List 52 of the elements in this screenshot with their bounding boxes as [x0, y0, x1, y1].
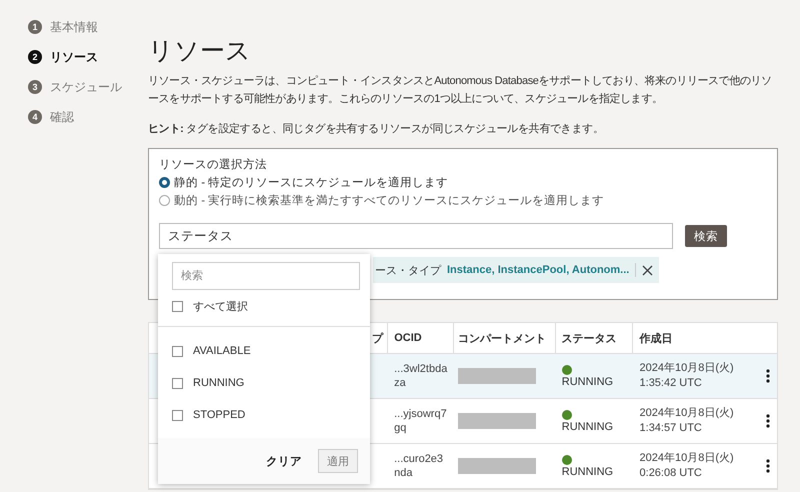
- option-label[interactable]: AVAILABLE: [193, 345, 251, 357]
- kebab-menu-icon[interactable]: [766, 369, 770, 383]
- step-label[interactable]: リソース: [50, 48, 98, 66]
- step-label[interactable]: 確認: [50, 108, 74, 126]
- column-header: ステータス: [562, 332, 617, 346]
- status-dot: [562, 454, 572, 464]
- status-dot: [562, 364, 572, 374]
- option-label[interactable]: RUNNING: [193, 377, 244, 389]
- chip-value: Instance, InstancePool, Autonom...: [447, 264, 630, 276]
- created-date: 2024年10月8日(火) 1:35:42 UTC: [640, 361, 735, 391]
- created-date: 2024年10月8日(火) 1:34:57 UTC: [640, 406, 735, 436]
- step-number: 4: [28, 110, 42, 124]
- hint-text: ヒント: タグを設定すると、同じタグを共有するリソースが同じスケジュールを共有できます。: [148, 122, 605, 137]
- selection-label: リソースの選択方法: [159, 157, 268, 173]
- step-label[interactable]: 基本情報: [50, 18, 98, 36]
- created-date: 2024年10月8日(火) 0:26:08 UTC: [640, 451, 735, 481]
- column-header: プ: [372, 332, 384, 346]
- close-icon[interactable]: [642, 264, 654, 276]
- step-number: 2: [28, 50, 42, 64]
- column-header: OCID: [394, 332, 422, 344]
- select-all-label[interactable]: すべて選択: [193, 298, 248, 314]
- step-label[interactable]: スケジュール: [50, 78, 122, 96]
- checkbox[interactable]: [172, 346, 183, 356]
- column-header: コンパートメント: [458, 332, 546, 346]
- kebab-menu-icon[interactable]: [766, 414, 770, 428]
- description-text: リソース・スケジューラは、コンピュート・インスタンスとAutonomous Databaseをサポートしており、将来のリリースで他のリソースをサポートする可能性があります。これらのリソースの1つ以上について、スケジュールを指定します。: [148, 74, 773, 107]
- ocid-cell-text: ...curo2e3nda: [394, 452, 444, 480]
- status-text: RUNNING: [562, 376, 614, 388]
- option-label[interactable]: STOPPED: [193, 409, 246, 421]
- checkbox[interactable]: [172, 410, 183, 420]
- status-dot: [562, 410, 572, 420]
- radio-label[interactable]: 静的 - 特定のリソースにスケジュールを適用します: [174, 174, 448, 190]
- column-header: 作成日: [639, 332, 672, 346]
- checkbox[interactable]: [172, 378, 183, 388]
- ocid-cell: ...3wl2tbdaza: [394, 362, 448, 390]
- radio-label[interactable]: 動的 - 実行時に検索基準を満たすすべてのリソースにスケジュールを適用します: [174, 192, 604, 208]
- ocid-cell-text: ...yjsowrq7gq: [394, 407, 448, 435]
- clear-button[interactable]: クリア: [262, 452, 306, 470]
- page-title: リソース: [148, 36, 252, 66]
- checkbox[interactable]: [172, 300, 183, 312]
- chip-label: ース・タイプ: [375, 264, 441, 278]
- status-text: RUNNING: [562, 466, 614, 478]
- step-number: 3: [28, 80, 42, 94]
- radio-button[interactable]: [159, 194, 170, 206]
- kebab-menu-icon[interactable]: [766, 459, 770, 473]
- radio-button[interactable]: [159, 176, 170, 188]
- step-number: 1: [28, 20, 42, 34]
- search-field[interactable]: ステータス: [159, 223, 673, 249]
- dropdown-search-field[interactable]: 検索: [172, 262, 360, 290]
- search-button[interactable]: 検索: [685, 225, 727, 247]
- apply-button[interactable]: 適用: [318, 449, 358, 473]
- status-text: RUNNING: [562, 420, 614, 432]
